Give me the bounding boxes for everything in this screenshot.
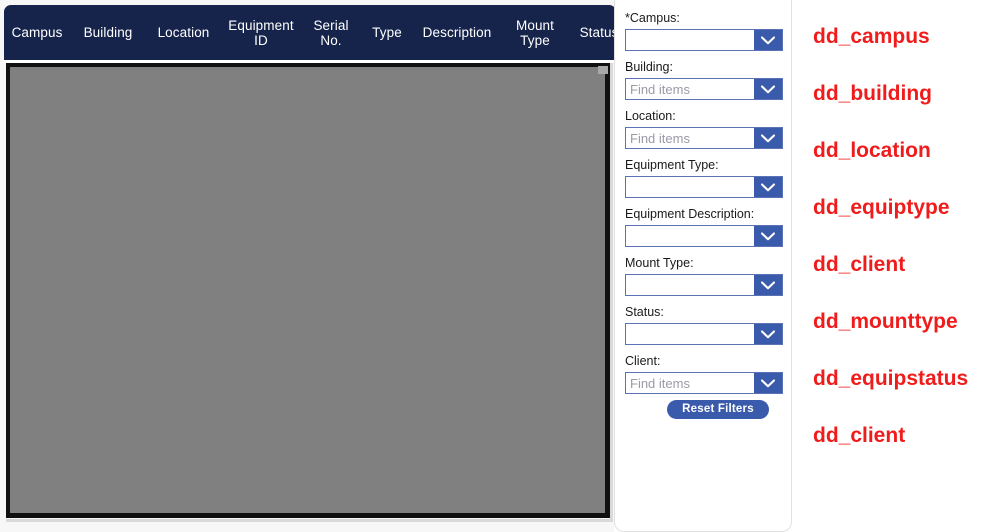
filter-label-building: Building: bbox=[625, 60, 673, 74]
dropdown-input-mount-type[interactable] bbox=[626, 275, 754, 295]
filter-label-client: Client: bbox=[625, 354, 661, 368]
dropdown-campus[interactable] bbox=[625, 29, 783, 51]
dropdown-input-client[interactable] bbox=[626, 373, 754, 393]
filter-group-equipment-description: Equipment Description: bbox=[625, 207, 783, 247]
filter-group-client: Client: bbox=[625, 354, 783, 394]
chevron-down-icon bbox=[761, 182, 775, 192]
column-header-serial-no[interactable]: Serial No. bbox=[301, 18, 361, 48]
dropdown-input-campus[interactable] bbox=[626, 30, 754, 50]
column-header-mount-type[interactable]: Mount Type bbox=[501, 18, 569, 48]
dropdown-toggle-mount-type[interactable] bbox=[754, 275, 782, 295]
column-header-location[interactable]: Location bbox=[146, 25, 221, 40]
filter-label-equipment-type: Equipment Type: bbox=[625, 158, 719, 172]
dropdown-client[interactable] bbox=[625, 372, 783, 394]
filter-label-equipment-description: Equipment Description: bbox=[625, 207, 755, 221]
dropdown-toggle-location[interactable] bbox=[754, 128, 782, 148]
column-header-equipment-id[interactable]: Equipment ID bbox=[221, 18, 301, 48]
chevron-down-icon bbox=[761, 378, 775, 388]
column-header-type[interactable]: Type bbox=[361, 25, 413, 40]
annotation-label: dd_equiptype bbox=[813, 196, 950, 219]
filter-group-status: Status: bbox=[625, 305, 783, 345]
equipment-grid-region: Campus Building Location Equipment ID Serial… bbox=[0, 0, 614, 532]
annotation-label: dd_client bbox=[813, 253, 906, 276]
filter-group-building: Building: bbox=[625, 60, 783, 100]
column-header-building[interactable]: Building bbox=[70, 25, 146, 40]
grid-scrollbar-nub[interactable] bbox=[598, 66, 608, 74]
dropdown-equipment-type[interactable] bbox=[625, 176, 783, 198]
filter-group-location: Location: bbox=[625, 109, 783, 149]
chevron-down-icon bbox=[761, 231, 775, 241]
dropdown-input-equipment-description[interactable] bbox=[626, 226, 754, 246]
column-header-description[interactable]: Description bbox=[413, 25, 501, 40]
chevron-down-icon bbox=[761, 84, 775, 94]
filter-group-campus: *Campus: bbox=[625, 11, 783, 51]
dropdown-input-building[interactable] bbox=[626, 79, 754, 99]
filter-group-equipment-type: Equipment Type: bbox=[625, 158, 783, 198]
dropdown-toggle-equipment-type[interactable] bbox=[754, 177, 782, 197]
dropdown-input-location[interactable] bbox=[626, 128, 754, 148]
chevron-down-icon bbox=[761, 35, 775, 45]
filter-label-status: Status: bbox=[625, 305, 664, 319]
dropdown-location[interactable] bbox=[625, 127, 783, 149]
dropdown-toggle-building[interactable] bbox=[754, 79, 782, 99]
dropdown-toggle-status[interactable] bbox=[754, 324, 782, 344]
filter-label-mount-type: Mount Type: bbox=[625, 256, 694, 270]
dropdown-equipment-description[interactable] bbox=[625, 225, 783, 247]
dropdown-toggle-equipment-description[interactable] bbox=[754, 226, 782, 246]
reset-filters-row: Reset Filters bbox=[639, 400, 797, 419]
dropdown-building[interactable] bbox=[625, 78, 783, 100]
annotation-label: dd_client bbox=[813, 424, 906, 447]
annotation-label: dd_campus bbox=[813, 25, 930, 48]
annotation-label: dd_location bbox=[813, 139, 931, 162]
column-header-status[interactable]: Status bbox=[569, 25, 614, 40]
dropdown-toggle-campus[interactable] bbox=[754, 30, 782, 50]
dropdown-input-status[interactable] bbox=[626, 324, 754, 344]
grid-column-header-row: Campus Building Location Equipment ID Serial… bbox=[4, 5, 614, 60]
annotation-label: dd_building bbox=[813, 82, 932, 105]
dropdown-input-equipment-type[interactable] bbox=[626, 177, 754, 197]
grid-data-canvas[interactable] bbox=[6, 63, 610, 518]
annotation-label: dd_mounttype bbox=[813, 310, 958, 333]
reset-filters-button[interactable]: Reset Filters bbox=[667, 400, 769, 419]
filter-panel: *Campus: Building: Location: Equipment Type… bbox=[614, 0, 792, 532]
dropdown-status[interactable] bbox=[625, 323, 783, 345]
chevron-down-icon bbox=[761, 329, 775, 339]
chevron-down-icon bbox=[761, 280, 775, 290]
filter-label-campus: *Campus: bbox=[625, 11, 680, 25]
column-header-campus[interactable]: Campus bbox=[4, 25, 70, 40]
filter-label-location: Location: bbox=[625, 109, 676, 123]
annotation-overlay: dd_campus dd_building dd_location dd_equipt… bbox=[800, 0, 999, 532]
filter-group-mount-type: Mount Type: bbox=[625, 256, 783, 296]
chevron-down-icon bbox=[761, 133, 775, 143]
dropdown-toggle-client[interactable] bbox=[754, 373, 782, 393]
dropdown-mount-type[interactable] bbox=[625, 274, 783, 296]
annotation-label: dd_equipstatus bbox=[813, 367, 969, 390]
